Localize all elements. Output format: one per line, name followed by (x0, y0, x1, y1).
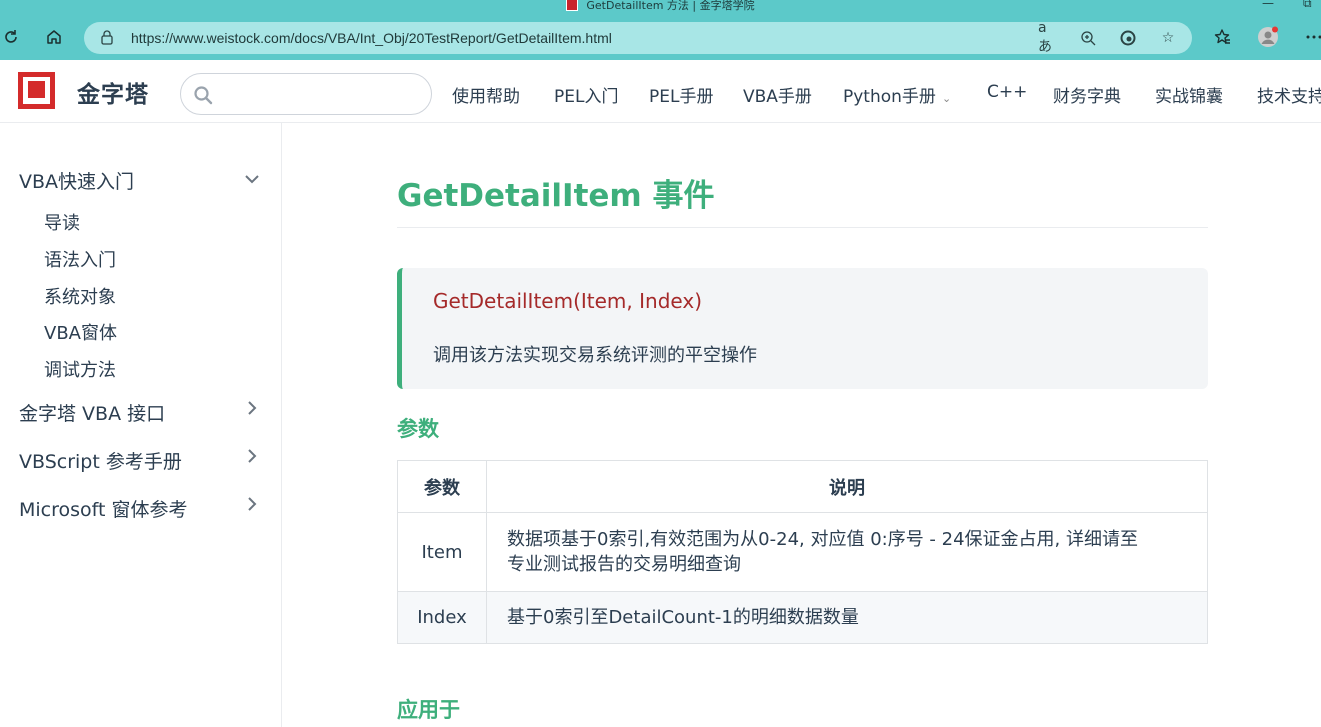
profile-avatar-icon[interactable] (1257, 26, 1279, 48)
nav-help[interactable]: 使用帮助 (452, 82, 520, 107)
url-text[interactable]: https://www.weistock.com/docs/VBA/Int_Ob… (131, 30, 612, 46)
collections-icon[interactable] (1211, 26, 1233, 48)
refresh-icon[interactable] (0, 26, 22, 48)
sidebar-group-ms-forms[interactable]: Microsoft 窗体参考 (19, 495, 188, 522)
header-param: 参数 (397, 460, 487, 513)
applies-to-heading: 应用于 (397, 698, 460, 722)
more-menu-icon[interactable] (1303, 26, 1321, 48)
chevron-down-icon[interactable] (244, 171, 260, 187)
sidebar: VBA快速入门 导读 语法入门 系统对象 VBA窗体 调试方法 金字塔 VBA … (0, 123, 282, 727)
nav-pel-intro[interactable]: PEL入门 (554, 82, 618, 107)
table-row: Item 数据项基于0索引,有效范围为从0-24, 对应值 0:序号 - 24保… (397, 512, 1208, 592)
restore-button[interactable]: ⧉ (1303, 0, 1312, 11)
sidebar-group-vba-quickstart[interactable]: VBA快速入门 (19, 167, 134, 194)
nav-python-manual[interactable]: Python手册 ⌄ (843, 82, 951, 107)
params-heading: 参数 (397, 417, 439, 441)
zoom-icon[interactable] (1078, 28, 1098, 48)
chevron-right-icon[interactable] (244, 448, 260, 464)
site-header: 金字塔 使用帮助 PEL入门 PEL手册 VBA手册 Python手册 ⌄ C++… (0, 60, 1321, 123)
table-row: Index 基于0索引至DetailCount-1的明细数据数量 (397, 591, 1208, 644)
method-description: 调用该方法实现交易系统评测的平空操作 (433, 345, 757, 366)
lock-icon[interactable] (100, 29, 114, 45)
nav-practical-tips[interactable]: 实战锦囊 (1155, 82, 1223, 107)
param-desc: 基于0索引至DetailCount-1的明细数据数量 (486, 591, 1208, 644)
read-aloud-icon[interactable]: aあ (1038, 20, 1058, 55)
chevron-down-icon: ⌄ (941, 92, 952, 105)
window-title: GetDetailItem 方法 | 金字塔学院 (0, 0, 1321, 13)
nav-cpp[interactable]: C++ (987, 82, 1027, 102)
sidebar-group-vba-interface[interactable]: 金字塔 VBA 接口 (19, 399, 165, 426)
page-title: GetDetailItem 事件 (397, 178, 715, 214)
param-name: Item (397, 512, 487, 592)
nav-pel-manual[interactable]: PEL手册 (649, 82, 713, 107)
header-desc: 说明 (486, 460, 1208, 513)
method-callout: GetDetailItem(Item, Index) 调用该方法实现交易系统评测… (397, 268, 1208, 389)
sidebar-item-objects[interactable]: 系统对象 (44, 283, 116, 309)
browser-toolbar: https://www.weistock.com/docs/VBA/Int_Ob… (0, 14, 1321, 60)
nav-vba-manual[interactable]: VBA手册 (743, 82, 812, 107)
sidebar-group-vbscript[interactable]: VBScript 参考手册 (19, 447, 182, 474)
chevron-right-icon[interactable] (244, 496, 260, 512)
favorite-star-icon[interactable]: ☆ (1158, 28, 1178, 48)
chevron-right-icon[interactable] (244, 400, 260, 416)
sidebar-item-syntax[interactable]: 语法入门 (44, 246, 116, 272)
table-header-row: 参数 说明 (397, 460, 1208, 513)
edge-extension-icon[interactable] (1118, 28, 1138, 48)
search-icon (194, 86, 213, 105)
title-divider (397, 227, 1208, 228)
site-favicon-icon (566, 0, 579, 11)
site-logo[interactable] (18, 72, 55, 109)
brand-name[interactable]: 金字塔 (77, 75, 149, 109)
address-bar[interactable]: https://www.weistock.com/docs/VBA/Int_Ob… (84, 20, 1192, 55)
param-name: Index (397, 591, 487, 644)
search-input[interactable] (180, 73, 432, 115)
sidebar-item-debug[interactable]: 调试方法 (44, 356, 116, 382)
nav-tech-support[interactable]: 技术支持 (1257, 82, 1321, 107)
minimize-button[interactable]: — (1262, 0, 1274, 10)
method-signature: GetDetailItem(Item, Index) (433, 289, 702, 313)
sidebar-item-intro[interactable]: 导读 (44, 209, 80, 235)
sidebar-item-forms[interactable]: VBA窗体 (44, 319, 117, 345)
param-desc: 数据项基于0索引,有效范围为从0-24, 对应值 0:序号 - 24保证金占用,… (486, 512, 1208, 592)
home-icon[interactable] (43, 26, 65, 48)
nav-finance-dict[interactable]: 财务字典 (1053, 82, 1121, 107)
params-table: 参数 说明 Item 数据项基于0索引,有效范围为从0-24, 对应值 0:序号… (397, 460, 1208, 644)
window-titlebar: GetDetailItem 方法 | 金字塔学院 — ⧉ (0, 0, 1321, 14)
